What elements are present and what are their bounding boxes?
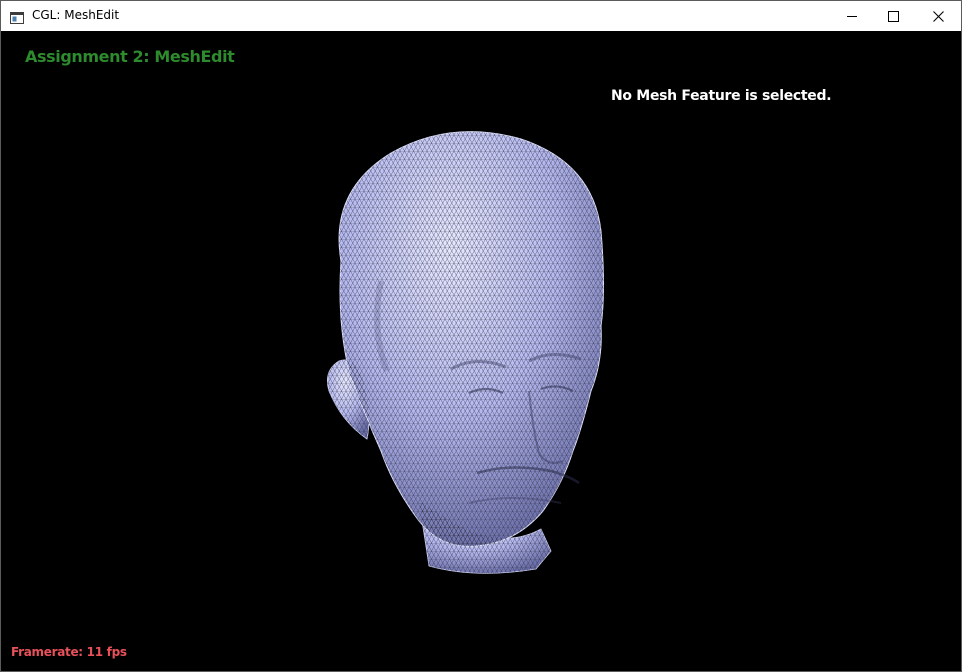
assignment-heading: Assignment 2: MeshEdit [25, 47, 235, 66]
window-title: CGL: MeshEdit [32, 8, 120, 22]
head-mesh[interactable] [301, 111, 631, 581]
maximize-icon [887, 10, 899, 22]
minimize-button[interactable] [829, 1, 875, 31]
maximize-button[interactable] [870, 1, 916, 31]
title-bar[interactable]: CGL: MeshEdit [1, 1, 961, 31]
app-window: CGL: MeshEdit Assignment 2: MeshEdit No … [0, 0, 962, 672]
framerate-value: 11 fps [86, 645, 127, 659]
application-window-icon [10, 9, 24, 24]
close-icon [932, 10, 944, 22]
framerate-readout: Framerate: 11 fps [11, 645, 127, 659]
3d-viewport[interactable]: Assignment 2: MeshEdit No Mesh Feature i… [1, 31, 961, 671]
close-button[interactable] [915, 1, 961, 31]
selection-status: No Mesh Feature is selected. [611, 88, 832, 104]
minimize-icon [847, 11, 857, 21]
framerate-label: Framerate: [11, 645, 83, 659]
